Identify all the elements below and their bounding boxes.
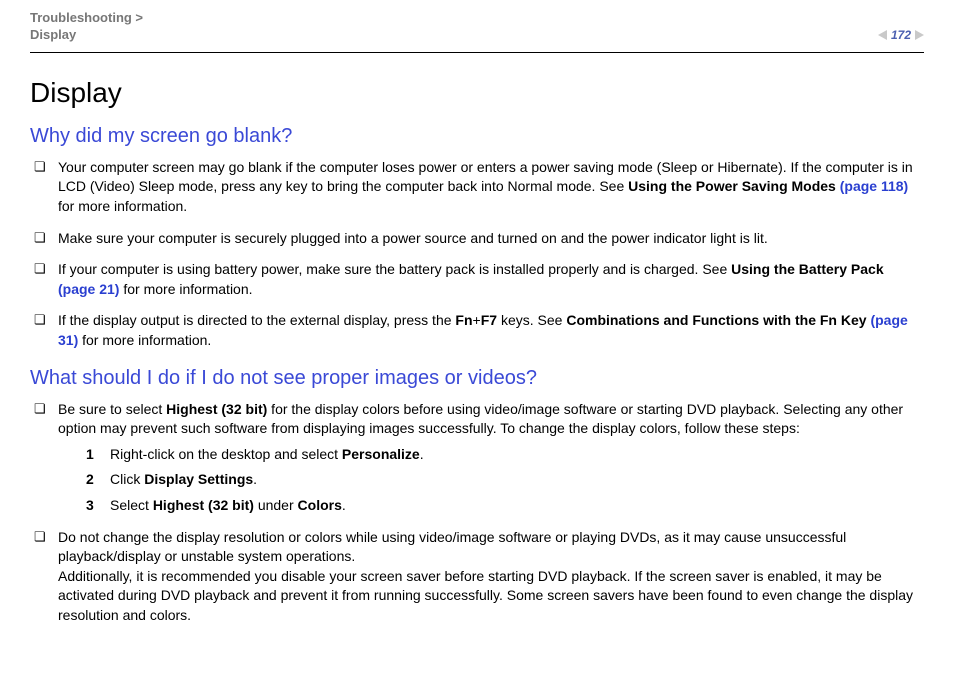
page: Troubleshooting > Display 172 Display Wh… [0, 0, 954, 674]
page-number: 172 [891, 28, 911, 42]
link-page-118[interactable]: (page 118) [840, 178, 908, 194]
list-item: Be sure to select Highest (32 bit) for t… [30, 400, 924, 516]
list-item: Do not change the display resolution or … [30, 528, 924, 626]
bullet-list-2: Be sure to select Highest (32 bit) for t… [30, 400, 924, 626]
page-header: Troubleshooting > Display 172 [30, 0, 924, 53]
breadcrumb: Troubleshooting > Display [30, 10, 143, 44]
page-number-nav: 172 [878, 10, 924, 42]
step-item: Right-click on the desktop and select Pe… [86, 445, 924, 465]
breadcrumb-line1: Troubleshooting > [30, 10, 143, 25]
step-item: Select Highest (32 bit) under Colors. [86, 496, 924, 516]
list-item: Make sure your computer is securely plug… [30, 229, 924, 249]
steps-list: Right-click on the desktop and select Pe… [86, 445, 924, 516]
section-heading-blank: Why did my screen go blank? [30, 125, 924, 148]
section-heading-images: What should I do if I do not see proper … [30, 367, 924, 390]
link-page-21[interactable]: (page 21) [58, 281, 119, 297]
page-title: Display [30, 77, 924, 109]
list-item: If the display output is directed to the… [30, 311, 924, 350]
list-item: Your computer screen may go blank if the… [30, 158, 924, 217]
prev-page-icon[interactable] [878, 30, 887, 40]
step-item: Click Display Settings. [86, 470, 924, 490]
bullet-list-1: Your computer screen may go blank if the… [30, 158, 924, 351]
next-page-icon[interactable] [915, 30, 924, 40]
breadcrumb-line2: Display [30, 27, 76, 42]
list-item: If your computer is using battery power,… [30, 260, 924, 299]
